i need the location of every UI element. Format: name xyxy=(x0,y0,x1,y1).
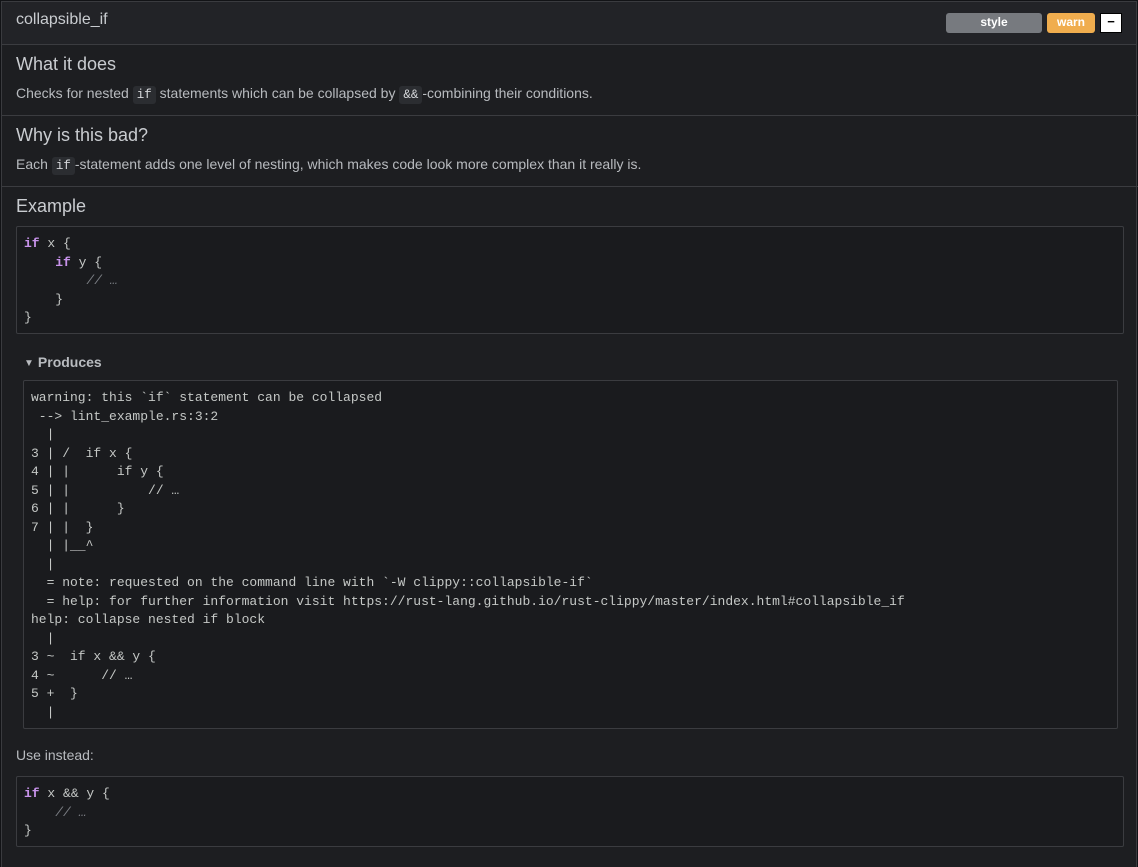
output-line: | xyxy=(31,556,55,572)
lint-header: collapsible_if style warn − xyxy=(2,2,1136,45)
code-text: } xyxy=(24,291,64,307)
code-line: // … xyxy=(24,273,118,288)
code-text: } xyxy=(24,310,32,325)
lint-level-badge: warn xyxy=(1047,13,1095,33)
output-content: warning: this `if` statement can be coll… xyxy=(31,389,1110,722)
lint-panel: collapsible_if style warn − What it does… xyxy=(1,1,1138,867)
output-line: 4 | | if y { xyxy=(31,464,164,479)
code-keyword: if xyxy=(55,254,71,270)
section-what-it-does: What it does Checks for nested if statem… xyxy=(2,45,1138,115)
output-line: = help: for further information visit ht… xyxy=(31,593,905,609)
inline-code: if xyxy=(132,86,156,104)
code-line: if x { xyxy=(24,236,71,251)
section-paragraph: Each if -statement adds one level of nest… xyxy=(16,156,642,175)
code-text: } xyxy=(24,823,32,838)
code-line: } xyxy=(24,310,32,325)
section-heading: Why is this bad? xyxy=(16,125,149,145)
code-line: if x && y { xyxy=(24,786,110,801)
code-line: } xyxy=(24,823,32,838)
code-text: x && y { xyxy=(39,786,110,801)
output-line: | xyxy=(31,704,55,720)
output-line: | |__^ xyxy=(31,538,94,553)
use-instead-code-block: if x && y { // … } xyxy=(16,776,1124,847)
output-line: | xyxy=(31,427,55,442)
output-line: help: collapse nested if block xyxy=(31,612,266,627)
code-comment: // … xyxy=(86,273,118,288)
output-line: 3 | / if x { xyxy=(31,445,133,461)
code-content: if x && y { // … } xyxy=(24,785,1116,841)
produces-toggle[interactable]: ▼ Produces xyxy=(24,354,102,370)
text: Checks for nested xyxy=(16,85,133,101)
code-text: x { xyxy=(39,236,71,251)
inline-code: && xyxy=(399,86,423,104)
text: -statement adds one level of nesting, wh… xyxy=(74,156,642,172)
output-line: --> lint_example.rs:3:2 xyxy=(31,408,219,424)
triangle-down-icon: ▼ xyxy=(24,358,34,369)
section-heading: Example xyxy=(16,196,87,216)
code-comment: // … xyxy=(55,804,87,820)
use-instead-label: Use instead: xyxy=(16,747,94,763)
lint-group-badge: style xyxy=(946,13,1042,33)
text: -combining their conditions. xyxy=(422,85,593,101)
code-text: y { xyxy=(70,254,103,270)
code-keyword: if xyxy=(24,236,40,251)
produces-label: Produces xyxy=(37,354,102,370)
section-paragraph: Checks for nested if statements which ca… xyxy=(16,85,593,104)
section-heading: What it does xyxy=(16,54,117,74)
section-why-bad: Why is this bad? Each if -statement adds … xyxy=(2,115,1138,186)
example-code-block: if x { if y { // … } } xyxy=(16,226,1124,334)
output-line: 5 | | // … xyxy=(31,482,180,498)
code-content: if x { if y { // … } } xyxy=(24,235,1116,328)
code-keyword: if xyxy=(24,786,40,801)
compiler-output-block: warning: this `if` statement can be coll… xyxy=(23,380,1118,729)
code-line: // … xyxy=(24,805,86,820)
output-line: 3 ~ if x && y { xyxy=(31,649,156,664)
text: statements which can be collapsed by xyxy=(155,85,400,101)
output-line: 4 ~ // … xyxy=(31,667,133,683)
output-line: 6 | | } xyxy=(31,501,125,516)
output-line: 5 + } xyxy=(31,686,78,701)
output-line: warning: this `if` statement can be coll… xyxy=(31,390,383,405)
inline-code: if xyxy=(51,157,75,175)
text: Each xyxy=(16,156,52,172)
code-line: } xyxy=(24,292,63,307)
code-line: if y { xyxy=(24,255,102,270)
lint-name: collapsible_if xyxy=(16,11,108,28)
output-line: = note: requested on the command line wi… xyxy=(31,575,593,590)
output-line: | xyxy=(31,630,55,646)
output-line: 7 | | } xyxy=(31,519,94,535)
collapse-button[interactable]: − xyxy=(1100,13,1122,33)
